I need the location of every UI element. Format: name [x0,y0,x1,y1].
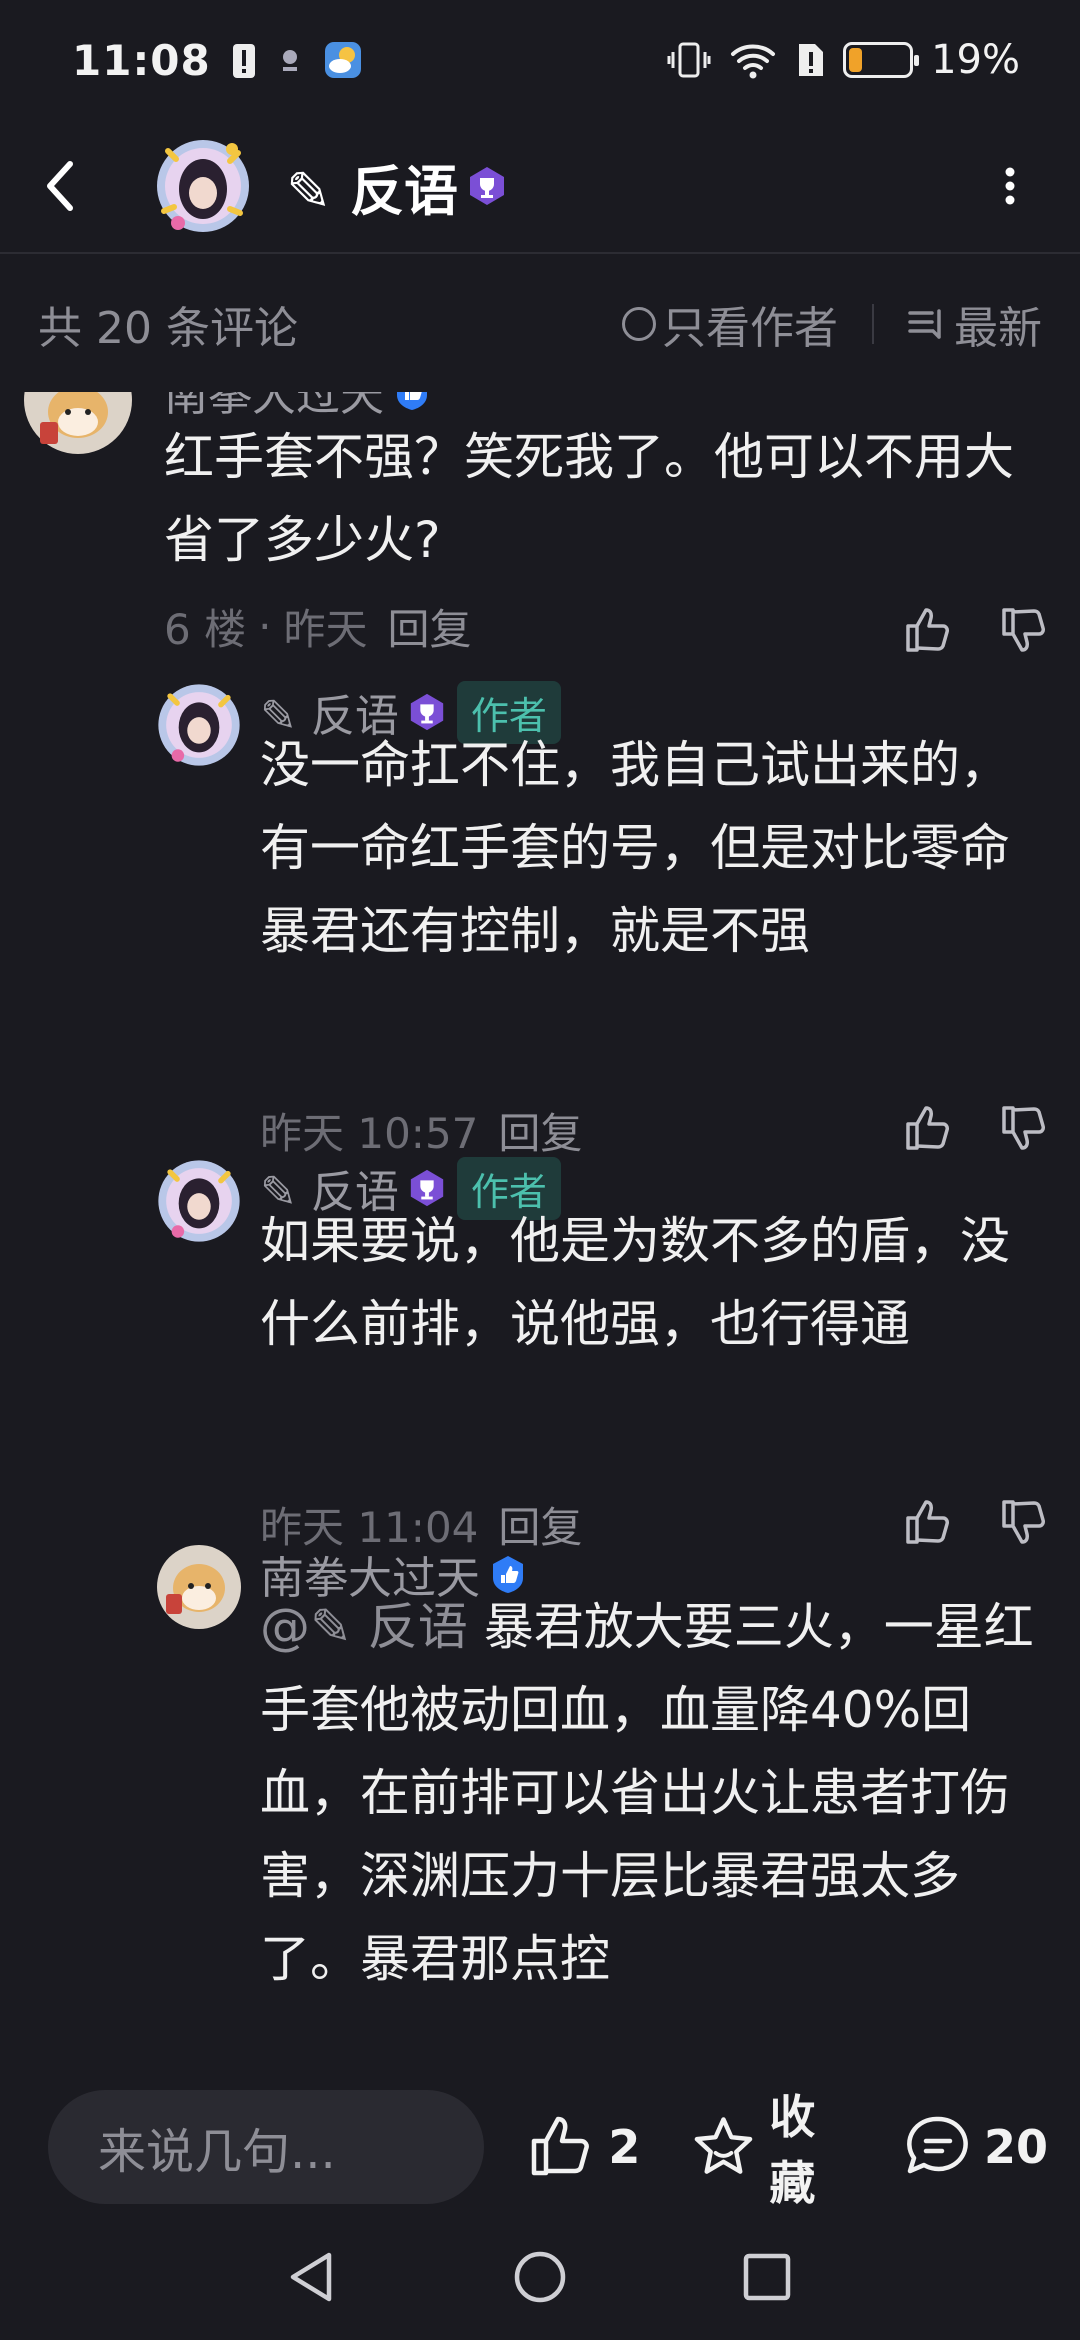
reply-text: 暴君放大要三火，一星红手套他被动回血，血量降40%回血，在前排可以省出火让患者打… [260,1598,1034,1988]
sim-alert-icon [799,44,824,76]
weather-icon [324,42,361,78]
reply-text-block: @✎ 反语 暴君放大要三火，一星红手套他被动回血，血量降40%回血，在前排可以省… [260,1586,1040,2001]
comment-list: 南拳大过天 红手套不强？笑死我了。他可以不用大省了多少火? 6 楼 · 昨天 回… [0,392,1080,2080]
radio-circle-icon [622,307,656,341]
star-icon [695,2117,753,2174]
reply-button[interactable]: 回复 [387,596,471,657]
only-author-label: 只看作者 [662,303,838,354]
more-vertical-icon [1005,167,1015,205]
reply-meta: 昨天 10:57 回复 [260,1104,582,1158]
comment-time: 昨天 [283,604,368,654]
more-options-button[interactable] [980,146,1040,226]
comment-filter-bar: 共 20 条评论 只看作者 最新 [0,256,1080,392]
like-button[interactable]: 2 [528,2113,640,2181]
sort-button[interactable]: 最新 [908,292,1042,356]
thumbs-up-icon[interactable] [902,1496,954,1548]
chevron-left-icon [47,161,73,211]
avatar[interactable] [156,1544,242,1630]
thumbs-up-icon[interactable] [902,1102,954,1154]
only-author-toggle[interactable]: 只看作者 [622,292,838,356]
battery-icon [843,42,920,78]
nav-recents-icon[interactable] [737,2247,797,2307]
thumbs-down-icon[interactable] [998,1102,1050,1154]
header-title: ✎ 反语 [286,159,459,223]
comment-count: 20 [983,2120,1048,2174]
system-nav-bar [0,2214,1080,2340]
comment-item: 南拳大过天 红手套不强？笑死我了。他可以不用大省了多少火? 6 楼 · 昨天 回… [0,392,1080,692]
trophy-badge-icon [470,167,505,205]
thumbs-up-icon[interactable] [902,604,954,656]
reply-button[interactable]: 回复 [498,1100,582,1161]
wifi-icon [731,44,776,79]
reply-text: 如果要说，他是为数不多的盾，没什么前排，说他强，也行得通 [260,1212,1010,1353]
author-avatar[interactable] [148,131,258,241]
reply-item: ✎ 反语 作者 如果要说，他是为数不多的盾，没什么前排，说他强，也行得通 昨天 … [0,1156,1080,1552]
reply-time: 昨天 10:57 [260,1108,479,1158]
comment-input-placeholder: 来说几句... [98,2124,336,2180]
comment-username-row: 南拳大过天 [164,392,432,421]
sort-label: 最新 [954,303,1042,354]
comment-icon [907,2116,968,2174]
comment-floor: 6 楼 [164,604,247,654]
verified-icon [397,392,427,410]
thumbs-down-icon[interactable] [998,1496,1050,1548]
vote-controls [902,604,1050,656]
back-button[interactable] [40,146,120,226]
app-notification-icon [282,50,297,71]
comment-count: 共 20 条评论 [38,303,298,354]
avatar[interactable] [156,1158,242,1244]
avatar[interactable] [24,392,132,462]
vibrate-icon [667,42,711,78]
avatar[interactable] [156,682,242,768]
thumbs-up-icon [532,2116,590,2176]
battery-alert-icon [232,44,255,78]
reply-item: 南拳大过天 @✎ 反语 暴君放大要三火，一星红手套他被动回血，血量降40%回血，… [0,1544,1080,2080]
sort-icon [908,309,941,339]
comment-button[interactable]: 20 [904,2113,1048,2181]
nav-back-icon[interactable] [283,2247,343,2307]
divider [872,304,874,344]
vote-controls [902,1102,1050,1154]
nav-home-icon[interactable] [510,2247,570,2307]
status-bar: 11:08 19% [0,0,1080,120]
like-count: 2 [608,2120,641,2174]
comment-meta: 6 楼 · 昨天 回复 [164,600,471,654]
collect-button[interactable]: 收藏 [690,2081,860,2213]
vote-controls [902,1496,1050,1548]
bottom-action-bar: 来说几句... 2 收藏 20 [0,2080,1080,2214]
comment-input[interactable]: 来说几句... [48,2090,485,2204]
thumbs-down-icon[interactable] [998,604,1050,656]
header: ✎ 反语 [0,120,1080,254]
status-time: 11:08 [72,35,211,85]
reply-item: ✎ 反语 作者 没一命扛不住，我自己试出来的，有一命红手套的号，但是对比零命暴君… [0,680,1080,1158]
comment-text: 红手套不强？笑死我了。他可以不用大省了多少火? [164,428,1014,569]
reply-text: 没一命扛不住，我自己试出来的，有一命红手套的号，但是对比零命暴君还有控制，就是不… [260,736,1010,960]
mention-link[interactable]: @✎ 反语 [260,1598,468,1656]
collect-label: 收藏 [769,2090,816,2210]
battery-percent: 19% [931,37,1020,83]
